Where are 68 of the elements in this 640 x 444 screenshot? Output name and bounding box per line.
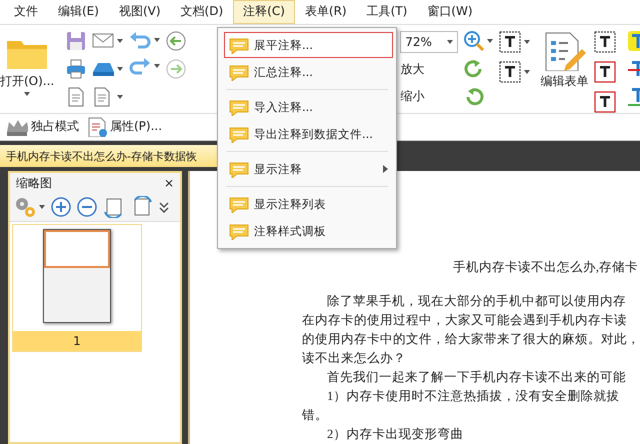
print-icon[interactable]	[66, 58, 86, 79]
caret-icon	[447, 40, 454, 44]
caret-icon[interactable]	[117, 66, 124, 71]
zoom-out-button[interactable]: 缩小	[400, 86, 424, 107]
rotate-left-icon[interactable]	[464, 58, 484, 79]
properties-button[interactable]: 属性(P)...	[87, 116, 162, 137]
caret-icon[interactable]	[487, 38, 494, 43]
zoom-out-icon[interactable]	[77, 197, 97, 218]
text-line: 错。	[302, 407, 329, 424]
page-number: 1	[13, 331, 141, 352]
note-icon	[229, 36, 249, 54]
page-thumbnail[interactable]: 1	[12, 224, 142, 352]
panel-title: 缩略图	[16, 174, 52, 192]
caret-icon[interactable]	[117, 38, 124, 43]
view-frame	[44, 230, 110, 268]
text-field-icon[interactable]	[594, 30, 616, 53]
menu-option[interactable]: 导入注释...	[224, 94, 393, 120]
text-line: 除了苹果手机，现在大部分的手机中都可以使用内存	[326, 293, 627, 310]
menu-item[interactable]: 文件	[4, 0, 48, 24]
menu-item[interactable]: 文档(D)	[170, 0, 234, 24]
properties-icon	[87, 116, 107, 137]
caret-icon[interactable]	[524, 70, 530, 74]
document-title: 手机内存卡读不出怎么办,存储卡	[452, 259, 639, 276]
submenu-arrow-icon	[383, 165, 388, 173]
text-line: 1）内存卡使用时不注意热插拔，没有安全删除就拔	[326, 388, 620, 406]
zoom-in-button[interactable]: 放大	[400, 58, 424, 80]
zoom-in-icon[interactable]	[51, 197, 71, 218]
caret-icon[interactable]	[154, 64, 160, 68]
exclusive-mode-button[interactable]: 独占模式	[6, 118, 79, 136]
text-line: 的使用内存卡中的文件，给大家带来了很大的麻烦。对此，	[302, 331, 640, 348]
menu-option[interactable]: 注释样式调板	[224, 218, 393, 244]
menu-option[interactable]: 导出注释到数据文件...	[224, 121, 393, 147]
document-icon[interactable]	[66, 86, 86, 107]
text-line: 读不出来怎么办？	[302, 350, 407, 368]
caret-icon	[24, 92, 30, 96]
menu-item[interactable]: 视图(V)	[108, 0, 171, 24]
caret-icon[interactable]	[524, 40, 530, 44]
close-button[interactable]: ×	[164, 176, 174, 190]
zoom-field[interactable]: 72%	[400, 30, 458, 53]
menu-item[interactable]: 编辑(E)	[48, 0, 109, 24]
text-line: 在内存卡的使用过程中，大家又可能会遇到手机内存卡读	[302, 312, 628, 330]
menu-option[interactable]: 显示注释列表	[224, 191, 393, 217]
note-icon	[229, 63, 249, 81]
menu-item[interactable]: 窗口(W)	[417, 0, 483, 24]
note-icon	[229, 160, 249, 178]
note-icon	[229, 195, 249, 213]
more-icon[interactable]	[159, 202, 169, 213]
caret-icon[interactable]	[39, 205, 45, 210]
edit-form-button[interactable]: 编辑表单	[540, 28, 588, 90]
rotate-right-icon[interactable]	[464, 86, 484, 107]
text-box-icon[interactable]	[594, 60, 616, 83]
open-button[interactable]: 打开(O)...	[0, 28, 54, 96]
menu-option[interactable]: 展平注释...	[224, 32, 393, 58]
menu-item[interactable]: 工具(T)	[356, 0, 418, 24]
note-icon	[229, 125, 249, 143]
note-icon	[229, 222, 249, 240]
menu-item[interactable]: 表单(R)	[294, 0, 357, 24]
text-insert-icon[interactable]	[594, 90, 616, 113]
menu-option[interactable]: 汇总注释...	[224, 59, 393, 85]
magnifier-icon[interactable]	[464, 30, 484, 51]
note-icon	[229, 98, 249, 116]
text-line: 2）内存卡出现变形弯曲	[326, 426, 464, 444]
save-icon[interactable]	[66, 30, 86, 51]
crown-icon	[6, 118, 28, 136]
menu-item[interactable]: 注释(C)	[233, 0, 295, 24]
caret-icon[interactable]	[154, 38, 160, 42]
text-line: 首先我们一起来了解一下手机内存卡读不出来的可能	[326, 369, 627, 386]
caret-icon[interactable]	[117, 94, 124, 99]
